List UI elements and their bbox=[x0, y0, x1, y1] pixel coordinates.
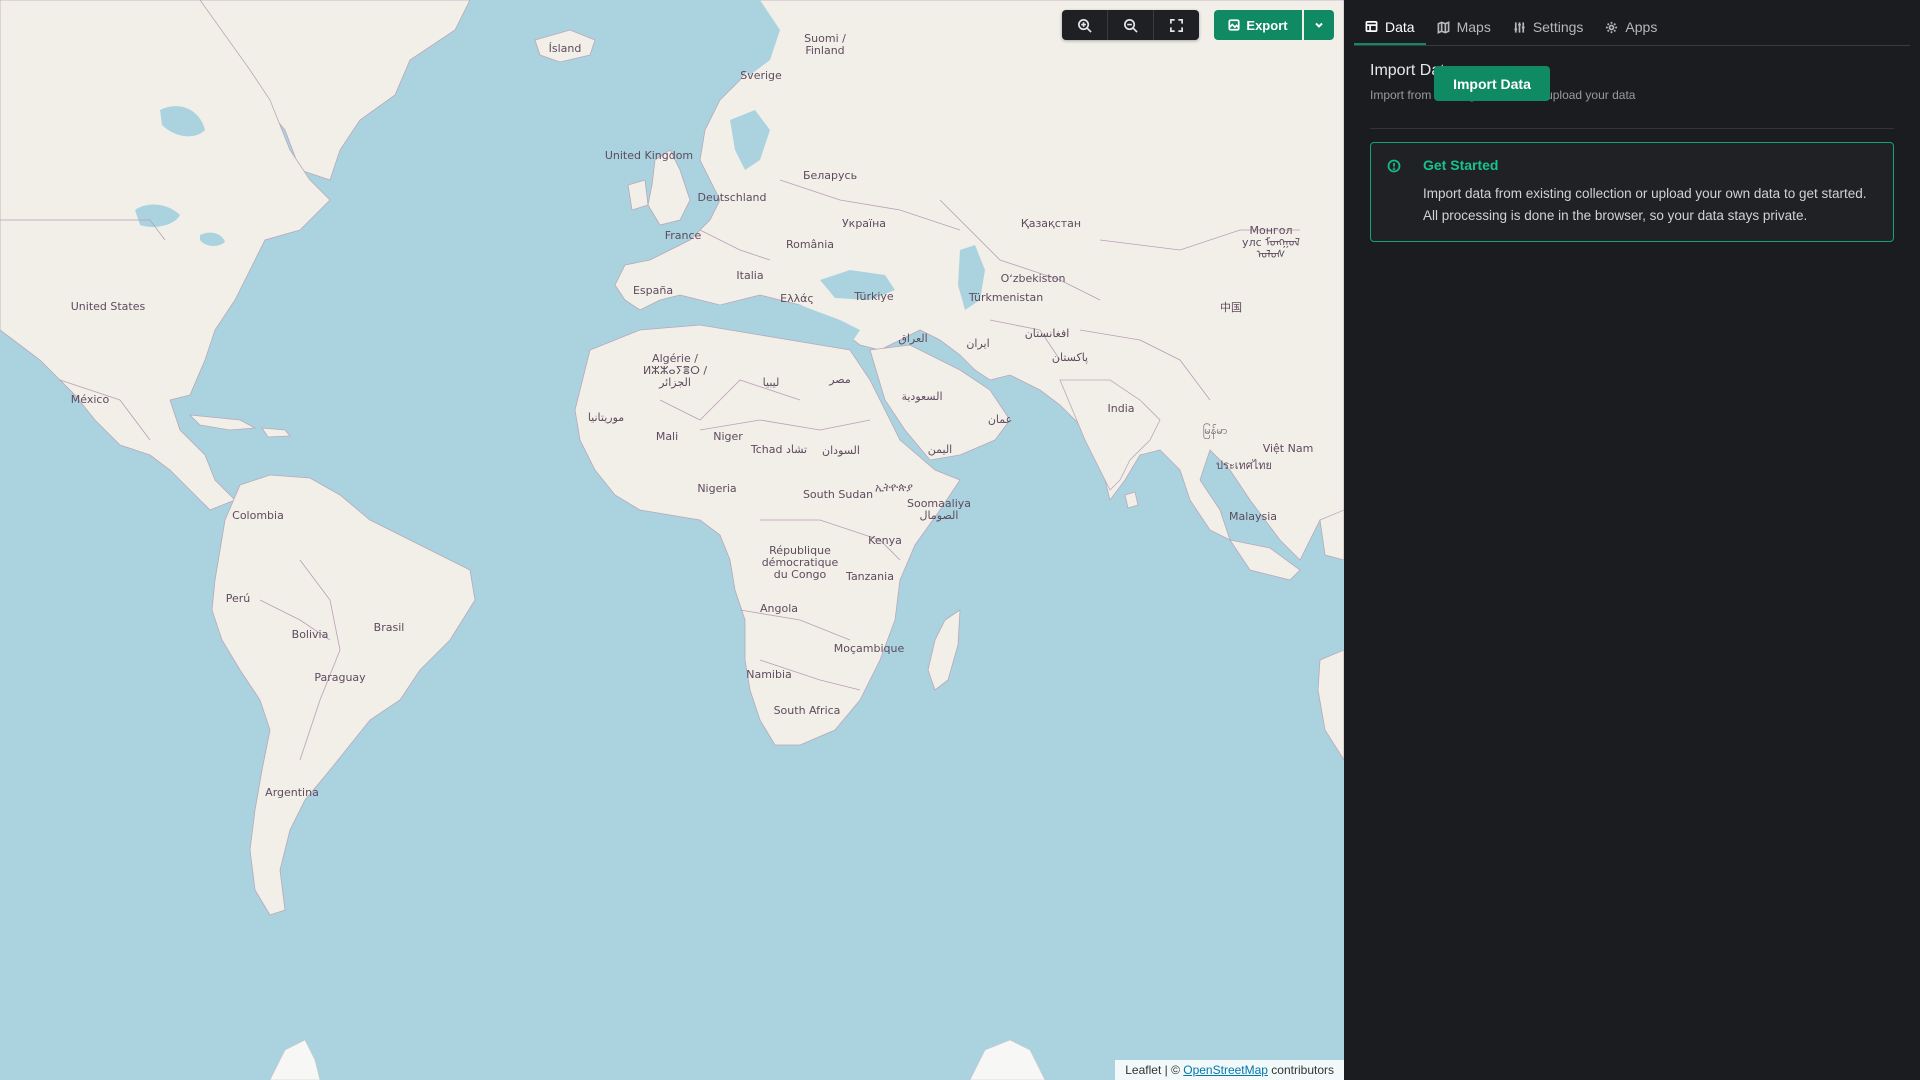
map-icon bbox=[1437, 20, 1450, 34]
country-label-sudan: السودان bbox=[822, 444, 860, 457]
country-label-egypt: مصر bbox=[829, 373, 851, 386]
country-label-argentina: Argentina bbox=[265, 786, 319, 799]
country-label-deutschland: Deutschland bbox=[697, 191, 767, 204]
sliders-icon bbox=[1514, 21, 1525, 33]
country-label-peru: Perú bbox=[225, 592, 251, 605]
country-label-pakistan: پاکستان bbox=[1051, 351, 1089, 364]
country-label-usa: United States bbox=[70, 300, 146, 313]
country-label-italia: Italia bbox=[736, 269, 764, 282]
get-started-alert: Get Started Import data from existing co… bbox=[1370, 142, 1894, 242]
country-label-mauritania: موريتانيا bbox=[587, 411, 625, 424]
world-basemap bbox=[0, 0, 1344, 1080]
country-label-saudi: السعودية bbox=[901, 390, 943, 403]
country-label-nigeria: Nigeria bbox=[697, 482, 737, 495]
country-label-yemen: اليمن bbox=[927, 443, 953, 456]
country-label-finland: Suomi / Finland bbox=[804, 32, 846, 57]
zoom-in-button[interactable] bbox=[1062, 10, 1108, 40]
zoom-out-icon bbox=[1124, 18, 1138, 33]
country-label-mexico: México bbox=[70, 393, 110, 406]
country-label-malaysia: Malaysia bbox=[1228, 510, 1278, 523]
openstreetmap-link[interactable]: OpenStreetMap bbox=[1183, 1063, 1268, 1077]
country-label-somalia: Soomaaliya الصومال bbox=[906, 497, 972, 522]
zoom-out-button[interactable] bbox=[1108, 10, 1154, 40]
country-label-ethiopia: ኢትዮጵያ bbox=[875, 481, 913, 494]
table-icon bbox=[1365, 21, 1378, 32]
country-label-algerie: Algérie / ⵍⵣⵣⴰⵢⴻⵔ / الجزائر bbox=[642, 352, 708, 389]
country-label-china: 中国 bbox=[1220, 301, 1242, 314]
section-divider bbox=[1370, 128, 1894, 129]
country-label-sverige: Sverige bbox=[740, 69, 782, 82]
gear-icon bbox=[1606, 21, 1618, 33]
country-label-namibia: Namibia bbox=[746, 668, 792, 681]
country-label-bolivia: Bolivia bbox=[291, 628, 329, 641]
tab-maps-label: Maps bbox=[1456, 19, 1491, 35]
country-label-niger: Niger bbox=[713, 430, 743, 443]
export-button[interactable]: Export bbox=[1214, 10, 1302, 40]
country-label-turkmenistan: Türkmenistan bbox=[968, 291, 1044, 304]
country-label-southsudan: South Sudan bbox=[802, 488, 874, 501]
tab-data[interactable]: Data bbox=[1354, 10, 1426, 45]
attribution-suffix: contributors bbox=[1267, 1063, 1334, 1077]
country-label-oman: عمان bbox=[987, 413, 1013, 426]
country-label-kazakhstan: Қазақстан bbox=[1020, 217, 1082, 230]
country-label-kenya: Kenya bbox=[868, 534, 902, 547]
country-label-romania: România bbox=[785, 238, 835, 251]
alert-title: Get Started bbox=[1423, 157, 1499, 173]
map-view[interactable]: Ísland Suomi / Finland Sverige United Kingd… bbox=[0, 0, 1344, 1080]
country-label-france: France bbox=[664, 229, 702, 242]
tab-apps-label: Apps bbox=[1625, 19, 1658, 35]
country-label-libya: ليبيا bbox=[762, 376, 780, 389]
country-label-uzbekistan: Oʻzbekiston bbox=[1000, 272, 1066, 285]
country-label-vietnam: Việt Nam bbox=[1262, 442, 1314, 455]
export-label: Export bbox=[1246, 17, 1288, 33]
country-label-ellas: Ελλάς bbox=[780, 292, 814, 305]
map-toolbar bbox=[1062, 10, 1199, 40]
country-label-myanmar: မြန်မာ bbox=[1202, 424, 1228, 437]
country-label-paraguay: Paraguay bbox=[314, 671, 366, 684]
country-label-angola: Angola bbox=[759, 602, 799, 615]
import-data-button[interactable]: Import Data bbox=[1434, 66, 1550, 101]
country-label-afghanistan: افغانستان bbox=[1024, 327, 1070, 340]
info-circle-icon bbox=[1387, 159, 1401, 173]
country-label-tchad: Tchad تشاد bbox=[750, 443, 808, 456]
country-label-drc: République démocratique du Congo bbox=[761, 544, 839, 581]
country-label-belarus: Беларусь bbox=[802, 169, 858, 182]
country-label-tanzania: Tanzania bbox=[846, 570, 894, 583]
country-label-iraq: العراق bbox=[898, 332, 928, 345]
alert-text: Import data from existing collection or … bbox=[1423, 186, 1867, 223]
export-group: Export bbox=[1214, 10, 1334, 40]
country-label-iran: ایران bbox=[966, 337, 990, 350]
tab-maps[interactable]: Maps bbox=[1426, 10, 1502, 44]
map-attribution: Leaflet | © OpenStreetMap contributors bbox=[1115, 1060, 1344, 1080]
country-label-brasil: Brasil bbox=[373, 621, 405, 634]
country-label-island: Ísland bbox=[548, 42, 582, 55]
country-label-uk: United Kingdom bbox=[604, 149, 694, 162]
country-label-thailand: ประเทศไทย bbox=[1215, 459, 1273, 472]
country-label-mongolia: Монгол улс ᠮᠣᠩᠭᠣᠯ ᠤᠯᠤᠰ bbox=[1242, 224, 1300, 261]
country-label-mocambique: Moçambique bbox=[833, 642, 905, 655]
fullscreen-button[interactable] bbox=[1154, 10, 1199, 40]
export-dropdown-button[interactable] bbox=[1304, 10, 1334, 40]
country-label-espana: España bbox=[632, 284, 674, 297]
tab-settings[interactable]: Settings bbox=[1502, 10, 1595, 44]
country-label-ukraina: Україна bbox=[841, 217, 887, 230]
country-label-southafrica: South Africa bbox=[773, 704, 841, 717]
country-label-turkiye: Türkiye bbox=[854, 290, 894, 303]
image-icon bbox=[1228, 19, 1240, 31]
chevron-down-icon bbox=[1315, 22, 1323, 28]
panel-tabs: Data Maps Settings Apps bbox=[1354, 10, 1910, 46]
attribution-prefix: Leaflet | © bbox=[1125, 1063, 1184, 1077]
zoom-in-icon bbox=[1078, 18, 1092, 33]
tab-settings-label: Settings bbox=[1532, 19, 1584, 35]
country-label-mali: Mali bbox=[655, 430, 679, 443]
side-panel: Data Maps Settings Apps Import Data Impo… bbox=[1344, 0, 1920, 1080]
country-label-india: India bbox=[1107, 402, 1135, 415]
country-label-colombia: Colombia bbox=[232, 509, 284, 522]
tab-apps[interactable]: Apps bbox=[1594, 10, 1668, 44]
fullscreen-icon bbox=[1170, 18, 1183, 32]
tab-data-label: Data bbox=[1385, 18, 1415, 35]
